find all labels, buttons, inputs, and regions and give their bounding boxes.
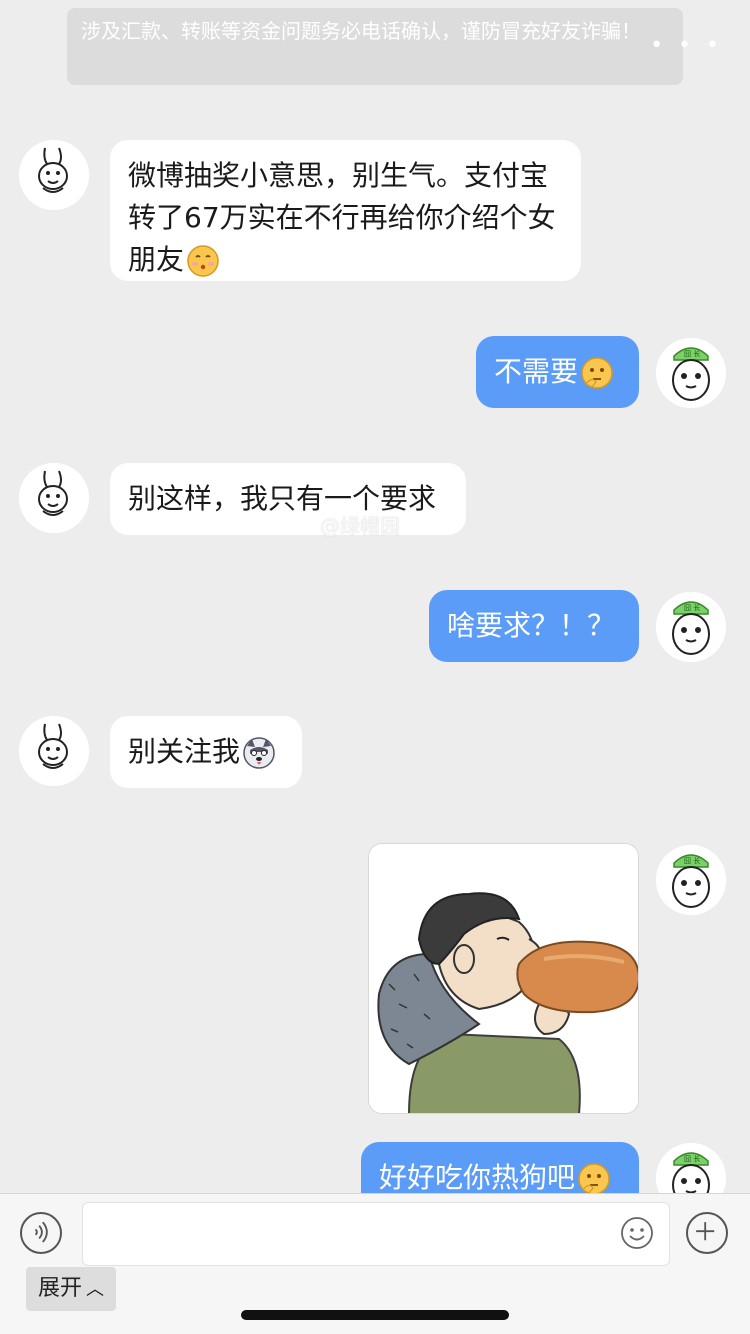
message-text: 不需要	[494, 355, 579, 388]
thinking-emoji-icon	[577, 1162, 611, 1196]
incoming-message-bubble[interactable]: 别这样，我只有一个要求	[110, 463, 466, 535]
contact-avatar[interactable]	[19, 716, 89, 786]
thinking-emoji-icon	[580, 356, 614, 390]
green-hat-face-icon: 囧 长	[656, 845, 726, 915]
home-indicator[interactable]	[241, 1310, 509, 1320]
bunny-face-icon	[19, 716, 89, 786]
plus-icon[interactable]	[686, 1212, 728, 1254]
svg-text:囧 长: 囧 长	[684, 1154, 700, 1163]
more-dots-icon[interactable]: • • •	[650, 35, 723, 57]
watermark: @绿帽园	[320, 514, 400, 538]
message-text: 好好吃你热狗吧	[379, 1161, 576, 1194]
contact-avatar[interactable]	[19, 140, 89, 210]
image-message[interactable]	[368, 843, 639, 1114]
expand-label: 展开	[38, 1276, 83, 1301]
man-eating-bread-sticker	[369, 844, 638, 1113]
outgoing-message-bubble[interactable]: 啥要求？！？	[429, 590, 639, 662]
kiss-emoji-icon	[186, 244, 220, 278]
message-text: 啥要求？！？	[447, 609, 616, 642]
message-input[interactable]	[82, 1202, 670, 1266]
husky-emoji-icon	[242, 736, 276, 770]
green-hat-face-icon: 囧 长	[656, 338, 726, 408]
expand-button[interactable]: 展开 ︿	[26, 1267, 116, 1311]
fraud-warning-banner: 涉及汇款、转账等资金问题务必电话确认，谨防冒充好友诈骗！ • • •	[67, 8, 719, 85]
bunny-face-icon	[19, 463, 89, 533]
voice-icon[interactable]	[20, 1212, 62, 1254]
self-avatar[interactable]: 囧 长	[656, 592, 726, 662]
svg-text:囧 长: 囧 长	[684, 856, 700, 865]
incoming-message-bubble[interactable]: 微博抽奖小意思，别生气。支付宝转了67万实在不行再给你介绍个女朋友	[110, 140, 581, 281]
self-avatar[interactable]: 囧 长	[656, 845, 726, 915]
outgoing-message-bubble[interactable]: 不需要	[476, 336, 639, 408]
message-text: 别关注我	[128, 735, 241, 768]
svg-text:囧 长: 囧 长	[684, 349, 700, 358]
self-avatar[interactable]: 囧 长	[656, 338, 726, 408]
bunny-face-icon	[19, 140, 89, 210]
incoming-message-bubble[interactable]: 别关注我	[110, 716, 302, 788]
svg-text:囧 长: 囧 长	[684, 603, 700, 612]
contact-avatar[interactable]	[19, 463, 89, 533]
smile-icon[interactable]	[620, 1216, 654, 1250]
fraud-warning-text: 涉及汇款、转账等资金问题务必电话确认，谨防冒充好友诈骗！	[81, 19, 641, 43]
chevron-up-icon: ︿	[86, 1279, 105, 1300]
green-hat-face-icon: 囧 长	[656, 592, 726, 662]
